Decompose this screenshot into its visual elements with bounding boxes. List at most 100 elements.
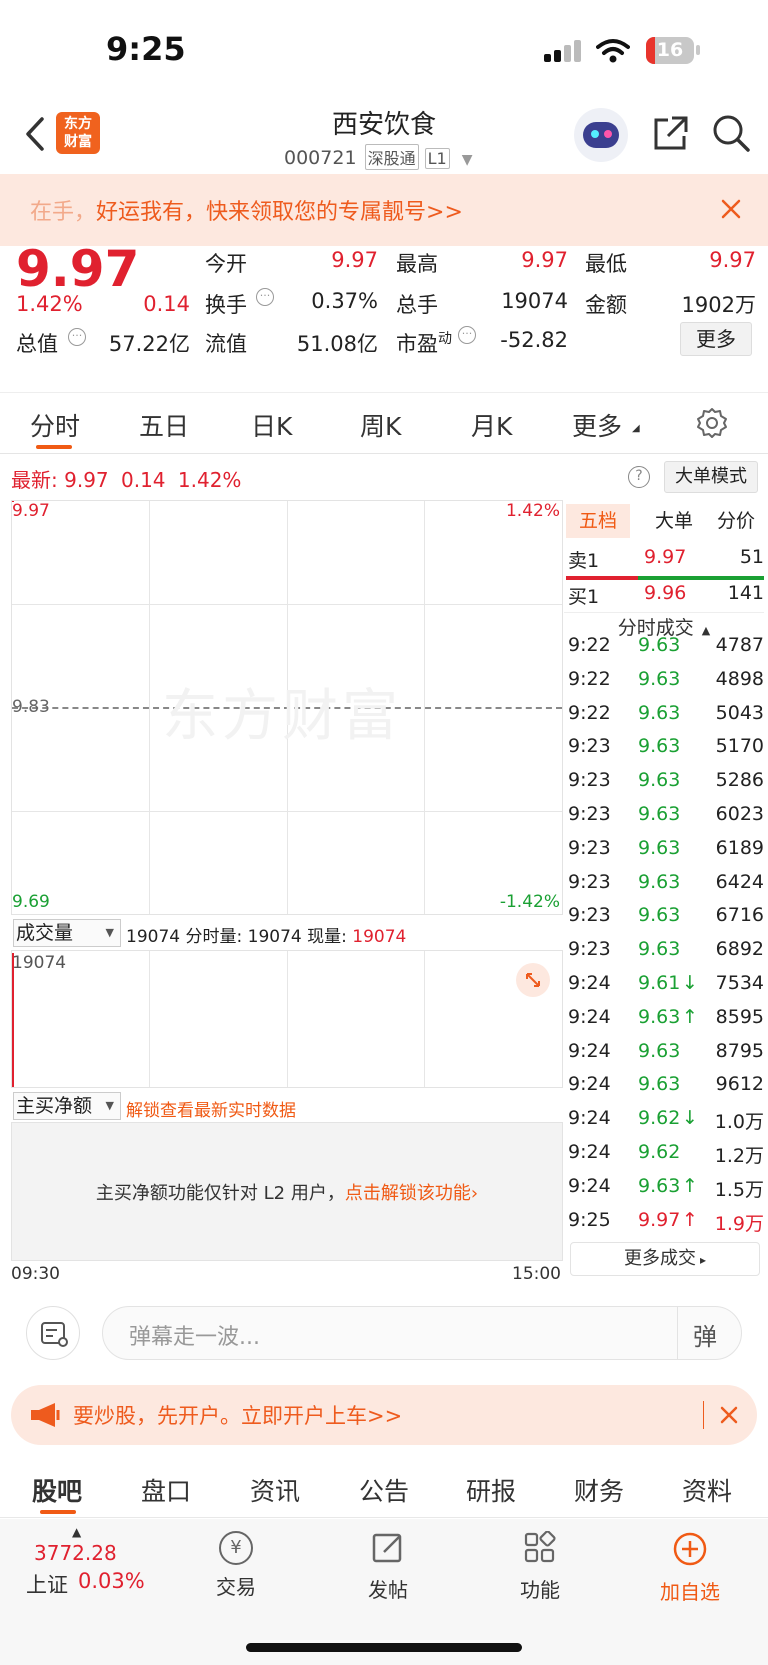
- net-message: 主买净额功能仅针对 L2 用户，: [95, 1183, 345, 1204]
- intraday-chart[interactable]: 东方财富 9.97 9.83 9.69 1.42% -1.42%: [11, 500, 563, 915]
- tick-price: 9.63: [638, 803, 681, 825]
- more-button[interactable]: 更多: [680, 322, 752, 356]
- tick-volume: 8795: [715, 1039, 764, 1062]
- volume-bars-svg: [12, 953, 14, 1087]
- tick-volume: 4787: [715, 634, 764, 656]
- info-icon[interactable]: ···: [68, 328, 86, 346]
- home-indicator: [246, 1643, 522, 1652]
- tick-price: 9.63: [638, 634, 681, 656]
- nav-function[interactable]: 功能: [490, 1530, 590, 1603]
- tab-five-day[interactable]: 五日: [139, 407, 189, 443]
- tick-volume: 1.9万: [714, 1212, 764, 1235]
- volume-chart[interactable]: 19074: [11, 950, 563, 1088]
- side-panel: 五档 大单 分价 卖1 9.97 51 买1 9.96 141 分时成交 ▲ 9:…: [564, 500, 768, 1285]
- danmu-toggle-button[interactable]: 弹: [693, 1317, 717, 1352]
- tab-profile[interactable]: 资料: [682, 1472, 732, 1508]
- large-order-mode-button[interactable]: 大单模式: [664, 461, 758, 493]
- tick-volume: 6023: [715, 803, 764, 825]
- tab-more[interactable]: 更多: [572, 407, 622, 443]
- tick-price: 9.61: [638, 972, 681, 994]
- volume-selector[interactable]: 成交量 ▼: [13, 919, 121, 947]
- net-unlock-link[interactable]: 点击解锁该功能: [345, 1183, 471, 1204]
- more-ticks-button[interactable]: 更多成交 ▸: [570, 1242, 760, 1276]
- side-tab-large-order[interactable]: 大单: [642, 504, 706, 538]
- tick-row: 9:22 9.63 4898: [564, 668, 764, 702]
- tick-volume: 1.5万: [714, 1178, 764, 1201]
- app-logo[interactable]: 东方 财富: [56, 112, 100, 154]
- change-value: 0.14: [143, 292, 190, 316]
- promo-text: 要炒股，先开户。立即开户上车>>: [73, 1404, 403, 1428]
- sell1-qty: 51: [739, 546, 764, 568]
- current-price: 9.97: [16, 240, 140, 298]
- tab-order-book[interactable]: 盘口: [141, 1472, 191, 1508]
- robot-assistant-icon[interactable]: [574, 108, 628, 162]
- tab-financials[interactable]: 财务: [574, 1472, 624, 1508]
- status-time: 9:25: [106, 30, 186, 68]
- account-promo[interactable]: 要炒股，先开户。立即开户上车>>: [11, 1385, 757, 1445]
- banner-prefix: 在手，: [30, 200, 97, 225]
- tick-price: 9.63: [638, 1039, 681, 1062]
- settings-gear-icon[interactable]: [696, 407, 728, 439]
- tick-volume: 6424: [715, 870, 764, 893]
- tick-price: 9.63: [638, 1005, 681, 1028]
- wifi-icon: [596, 39, 630, 63]
- close-icon[interactable]: [719, 1405, 739, 1425]
- tick-row: 9:24 9.63 9612: [564, 1073, 764, 1107]
- close-icon[interactable]: [720, 198, 742, 220]
- add-icon: [673, 1532, 707, 1566]
- tab-daily-k[interactable]: 日K: [251, 407, 292, 443]
- net-selector[interactable]: 主买净额 ▼: [13, 1092, 121, 1120]
- promo-banner[interactable]: 在手，好运我有，快来领取您的专属靓号>>: [0, 174, 768, 246]
- net-buy-panel: 主买净额功能仅针对 L2 用户，点击解锁该功能›: [11, 1122, 563, 1261]
- nav-trade[interactable]: ¥ 交易: [186, 1531, 286, 1600]
- tick-row: 9:24 9.63 ↑ 8595: [564, 1006, 764, 1040]
- tick-time: 9:25: [568, 1208, 611, 1231]
- tick-price: 9.63: [638, 769, 681, 792]
- time-end: 15:00: [512, 1264, 561, 1284]
- latest-label: 最新:: [11, 468, 58, 492]
- info-icon[interactable]: ···: [458, 326, 476, 344]
- tab-active-indicator: [40, 1510, 76, 1514]
- tab-active-indicator: [36, 445, 72, 449]
- tab-monthly-k[interactable]: 月K: [471, 407, 512, 443]
- help-icon[interactable]: ?: [628, 466, 650, 488]
- tick-volume: 8595: [715, 1005, 764, 1028]
- danmu-input[interactable]: 弹幕走一波... 弹: [102, 1306, 742, 1360]
- low-value: 9.97: [709, 248, 756, 272]
- tick-time: 9:24: [568, 1039, 611, 1062]
- tab-research[interactable]: 研报: [466, 1472, 516, 1508]
- tick-price: 9.62: [638, 1141, 681, 1163]
- unlock-link[interactable]: 解锁查看最新实时数据: [126, 1096, 296, 1121]
- search-icon[interactable]: [710, 112, 752, 154]
- share-icon[interactable]: [650, 114, 690, 154]
- tick-time: 9:24: [568, 1107, 611, 1130]
- latest-price: 9.97: [64, 468, 109, 492]
- comment-list-icon[interactable]: [26, 1306, 80, 1360]
- triangle-up-icon: ▲: [72, 1525, 82, 1539]
- buy1-row: 买1 9.96 141: [564, 582, 764, 616]
- side-tab-level5[interactable]: 五档: [566, 504, 630, 538]
- nav-post[interactable]: 发帖: [338, 1531, 438, 1603]
- back-icon[interactable]: [24, 116, 46, 152]
- turnover-value: 0.37%: [311, 289, 378, 313]
- period-volume-label: 分时量:: [185, 927, 243, 947]
- buy-sell-ratio-bar: [566, 576, 764, 580]
- tick-row: 9:22 9.63 4787: [564, 634, 764, 668]
- tick-volume: 1.2万: [714, 1145, 764, 1167]
- tick-time: 9:23: [568, 769, 611, 792]
- sell1-row: 卖1 9.97 51: [564, 546, 764, 580]
- expand-icon[interactable]: [516, 963, 550, 997]
- tab-news[interactable]: 资讯: [250, 1472, 300, 1508]
- stock-code-line[interactable]: 000721 深股通 L1 ▼: [284, 144, 473, 170]
- stock-header: 东方 财富 西安饮食 000721 深股通 L1 ▼: [0, 100, 768, 174]
- tab-weekly-k[interactable]: 周K: [360, 407, 401, 443]
- tab-announcements[interactable]: 公告: [359, 1472, 409, 1508]
- tab-forum[interactable]: 股吧: [32, 1472, 82, 1508]
- nav-add-watchlist[interactable]: 加自选: [640, 1531, 740, 1605]
- info-icon[interactable]: ···: [256, 288, 274, 306]
- index-name: 上证: [26, 1573, 68, 1597]
- volume-total: 19074: [126, 927, 181, 947]
- side-tab-price[interactable]: 分价: [704, 504, 768, 538]
- index-widget[interactable]: ▲ 3772.28 上证 0.03%: [20, 1525, 170, 1599]
- tab-intraday[interactable]: 分时: [30, 407, 80, 443]
